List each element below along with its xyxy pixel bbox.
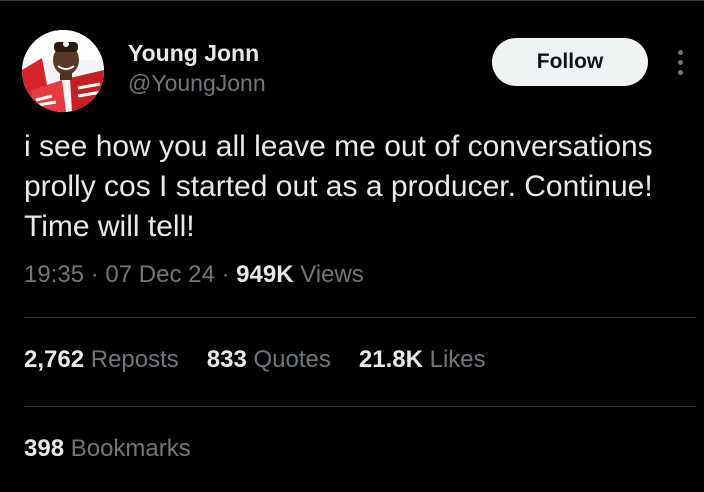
- tweet-line: Time will tell!: [24, 210, 195, 243]
- tweet-line: prolly cos I started out as a producer. …: [24, 170, 653, 203]
- reposts-label: Reposts: [90, 346, 179, 373]
- bookmarks-stat[interactable]: 398 Bookmarks: [24, 435, 191, 463]
- dot: [677, 69, 683, 75]
- quotes-stat[interactable]: 833 Quotes: [207, 346, 331, 374]
- avatar-image: [22, 30, 104, 112]
- views-label: Views: [300, 261, 364, 288]
- tweet-date[interactable]: 07 Dec 24: [105, 261, 214, 288]
- dot: [677, 49, 683, 55]
- reposts-stat[interactable]: 2,762 Reposts: [24, 346, 179, 374]
- divider: [24, 406, 696, 407]
- tweet-meta: 19:35 · 07 Dec 24 · 949K Views: [24, 261, 364, 289]
- meta-separator: ·: [221, 261, 230, 288]
- top-divider: [0, 0, 704, 1]
- avatar[interactable]: [22, 30, 104, 112]
- reposts-count: 2,762: [24, 346, 85, 373]
- engagement-stats: 2,762 Reposts 833 Quotes 21.8K Likes: [24, 346, 486, 374]
- bookmarks-count: 398: [24, 435, 65, 462]
- tweet-text: i see how you all leave me out of conver…: [24, 127, 700, 247]
- more-vertical-icon[interactable]: [670, 46, 690, 78]
- author-handle[interactable]: @YoungJonn: [128, 70, 266, 97]
- meta-separator: ·: [90, 261, 99, 288]
- bookmarks-label: Bookmarks: [70, 435, 191, 462]
- tweet-time[interactable]: 19:35: [24, 261, 84, 288]
- tweet-line: i see how you all leave me out of conver…: [24, 130, 653, 163]
- author-name[interactable]: Young Jonn: [128, 40, 259, 67]
- dot: [677, 59, 683, 65]
- divider: [24, 317, 696, 318]
- quotes-count: 833: [206, 346, 247, 373]
- views-count: 949K: [236, 261, 294, 288]
- follow-button[interactable]: Follow: [492, 38, 648, 86]
- likes-label: Likes: [429, 346, 486, 373]
- likes-stat[interactable]: 21.8K Likes: [359, 346, 486, 374]
- quotes-label: Quotes: [253, 346, 331, 373]
- likes-count: 21.8K: [358, 346, 423, 373]
